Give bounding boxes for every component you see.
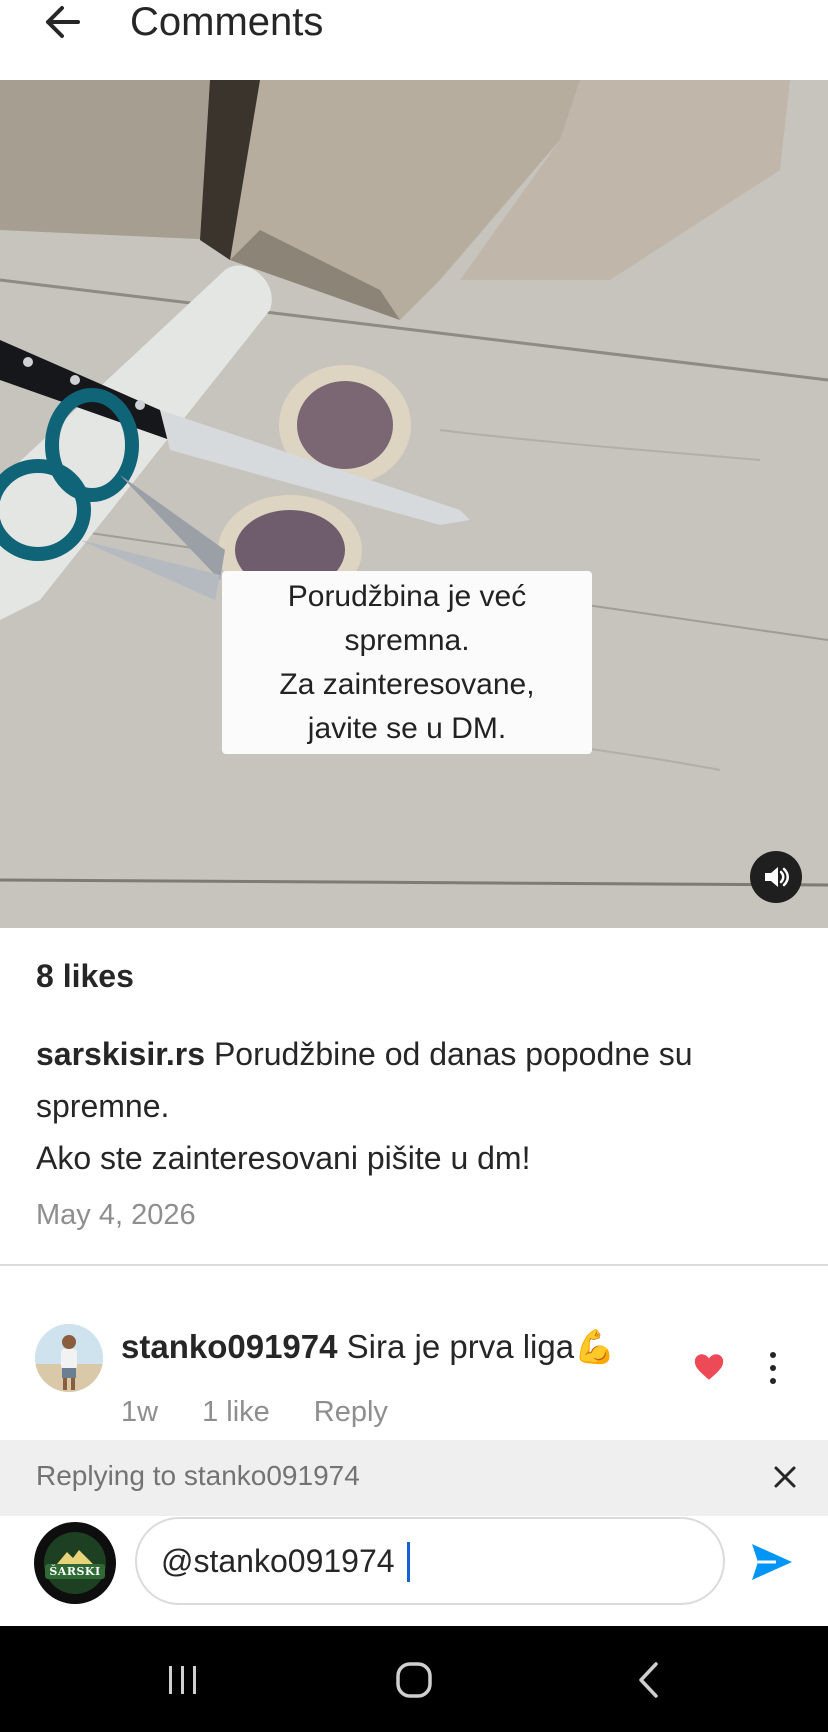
- comment-item: stanko091974 Sira je prva liga💪 1w 1 lik…: [0, 1320, 828, 1440]
- recents-icon: [169, 1666, 196, 1694]
- page-title: Comments: [130, 0, 324, 44]
- send-button[interactable]: [748, 1538, 796, 1586]
- comment-meta: 1w 1 like Reply: [121, 1396, 388, 1429]
- comment-body: stanko091974 Sira je prva liga💪: [121, 1328, 615, 1367]
- post-video[interactable]: Porudžbina je već spremna. Za zaintereso…: [0, 80, 828, 928]
- own-avatar: ŠARSKI: [34, 1522, 116, 1604]
- top-bar: Comments: [0, 0, 828, 80]
- comment-text: Sira je prva liga💪: [346, 1328, 616, 1365]
- comment-username[interactable]: stanko091974: [121, 1328, 337, 1365]
- system-back-button[interactable]: [620, 1652, 676, 1708]
- caption-username[interactable]: sarskisir.rs: [36, 1036, 205, 1072]
- caption-line-2: Ako ste zainteresovani pišite u dm!: [36, 1140, 531, 1176]
- more-dot: [770, 1352, 776, 1358]
- cancel-reply-button[interactable]: [766, 1458, 804, 1496]
- post-caption: sarskisir.rs Porudžbine od danas popodne…: [36, 1028, 806, 1184]
- likes-count[interactable]: 8 likes: [36, 958, 134, 995]
- more-options-button[interactable]: [760, 1346, 786, 1390]
- mountain-icon: [57, 1549, 93, 1564]
- text-caret: [407, 1542, 410, 1582]
- system-nav-bar: [0, 1626, 828, 1732]
- back-button[interactable]: [36, 0, 88, 44]
- logo-text: ŠARSKI: [45, 1563, 105, 1579]
- volume-on-icon: [765, 867, 789, 887]
- recents-button[interactable]: [155, 1652, 211, 1708]
- back-icon: [639, 1662, 658, 1698]
- comment-age: 1w: [121, 1396, 159, 1428]
- overlay-text: Porudžbina je već spremna. Za zaintereso…: [279, 579, 535, 745]
- close-icon: [774, 1466, 796, 1488]
- post-date: May 4, 2026: [36, 1199, 196, 1231]
- send-icon: [752, 1544, 792, 1580]
- arrow-left-icon: [46, 6, 80, 38]
- comment-composer: ŠARSKI: [0, 1516, 828, 1626]
- comment-likes[interactable]: 1 like: [202, 1396, 270, 1429]
- reply-button[interactable]: Reply: [314, 1396, 388, 1429]
- replying-banner: Replying to stanko091974: [0, 1440, 828, 1516]
- comment-like-button[interactable]: [692, 1350, 726, 1384]
- more-dot: [770, 1378, 776, 1384]
- sarski-logo: ŠARSKI: [44, 1532, 106, 1594]
- comment-input[interactable]: [135, 1517, 725, 1605]
- home-button[interactable]: [386, 1652, 442, 1708]
- user-avatar-image: [35, 1324, 103, 1392]
- sound-toggle-button[interactable]: [750, 851, 802, 903]
- more-dot: [770, 1365, 776, 1371]
- heart-filled-icon: [694, 1354, 724, 1380]
- video-text-overlay: Porudžbina je već spremna. Za zaintereso…: [222, 571, 592, 754]
- home-icon: [396, 1662, 432, 1698]
- avatar[interactable]: [35, 1324, 103, 1392]
- replying-label: Replying to stanko091974: [36, 1460, 360, 1491]
- divider: [0, 1264, 828, 1266]
- video-frame-image: [0, 80, 828, 928]
